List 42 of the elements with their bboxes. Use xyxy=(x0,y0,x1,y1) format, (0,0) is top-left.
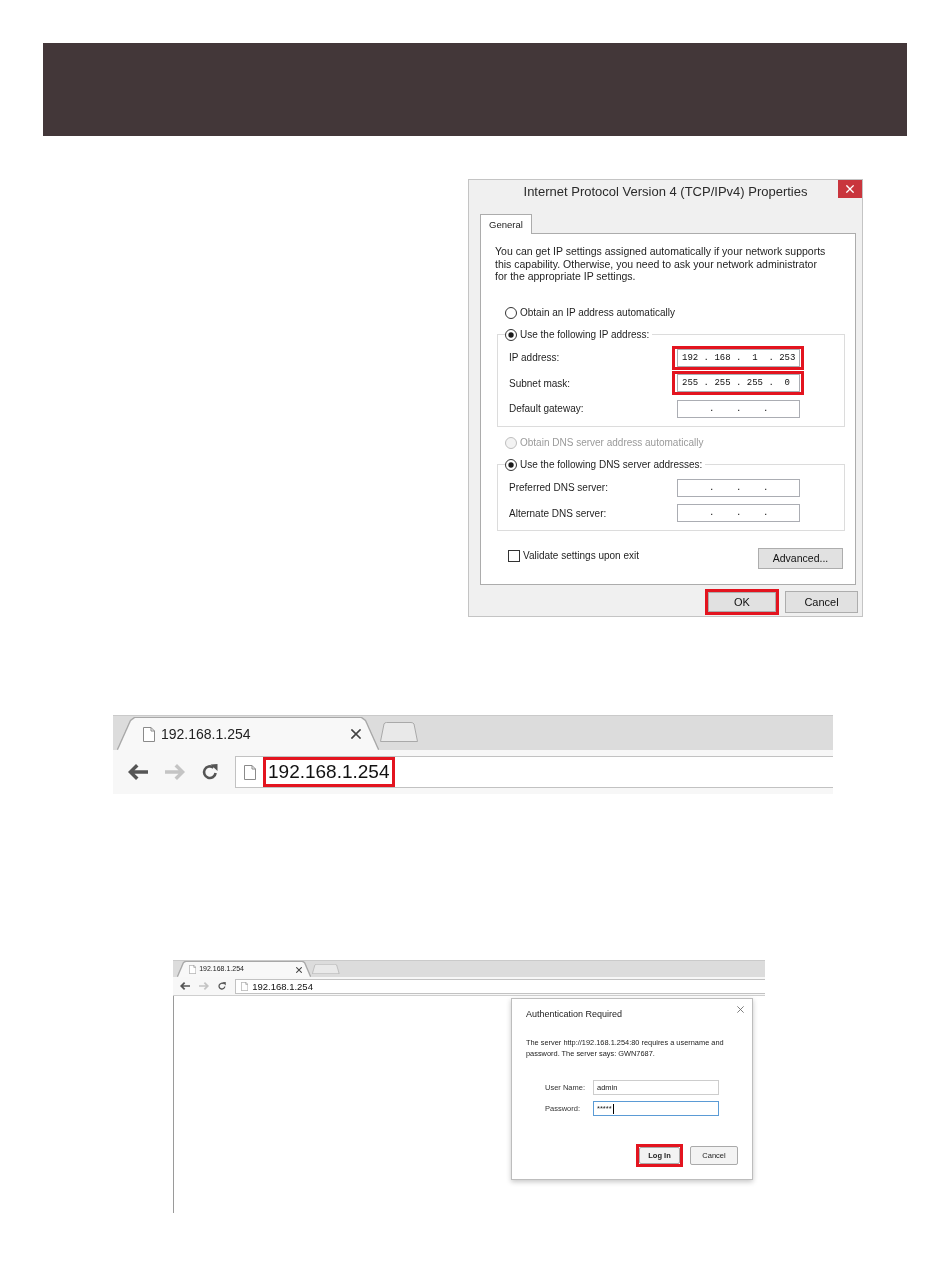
tab-title: 192.168.1.254 xyxy=(161,724,252,744)
field-label: Subnet mask: xyxy=(509,376,571,391)
field-label: Default gateway: xyxy=(509,402,584,416)
ip-input-field[interactable]: 192 . 168 . 1 . 253 xyxy=(677,348,800,367)
back-arrow-icon[interactable] xyxy=(180,982,190,990)
reload-icon[interactable] xyxy=(202,764,218,780)
checkbox[interactable] xyxy=(508,549,520,562)
field-label: Alternate DNS server: xyxy=(509,506,607,521)
dialog-tab[interactable]: General xyxy=(480,214,532,234)
ip-input-field[interactable]: . . . xyxy=(677,504,800,522)
close-icon[interactable] xyxy=(351,729,361,739)
url-text: 192.168.1.254 xyxy=(252,979,313,993)
radio-button[interactable] xyxy=(505,306,517,319)
advanced-button[interactable]: Advanced... xyxy=(758,548,843,569)
reload-icon[interactable] xyxy=(218,982,226,990)
close-button[interactable] xyxy=(838,180,862,198)
close-icon[interactable] xyxy=(737,1006,744,1013)
text-cursor-icon xyxy=(612,1103,614,1114)
checkbox-label[interactable]: Validate settings upon exit xyxy=(523,548,639,563)
url-text: 192.168.1.254 xyxy=(268,760,390,784)
page-icon xyxy=(241,981,249,991)
radio-button[interactable] xyxy=(505,328,517,341)
close-icon[interactable] xyxy=(296,966,302,973)
ip-input-field[interactable]: . . . xyxy=(677,399,800,418)
address-bar[interactable]: 192.168.1.254 xyxy=(235,756,833,788)
browser-tab[interactable]: 192.168.1.254 xyxy=(118,718,378,750)
back-arrow-icon[interactable] xyxy=(128,764,148,780)
ip-input-field[interactable]: 255 . 255 . 255 . 0 xyxy=(677,374,800,392)
address-bar[interactable]: 192.168.1.254 xyxy=(235,978,765,994)
dialog-title: Authentication Required xyxy=(526,1008,623,1020)
description-text: You can get IP settings assigned automatically if your network supports this capability. Otherwise, you need to ask your network administrator for the appropriate IP settings. xyxy=(495,245,827,283)
ip-input-field[interactable]: . . . xyxy=(677,478,800,497)
dialog-title: Internet Protocol Version 4 (TCP/IPv4) Properties xyxy=(522,183,809,201)
option-label[interactable]: Obtain an IP address automatically xyxy=(520,305,675,320)
dialog-button[interactable]: OK xyxy=(708,592,776,612)
field-label: Preferred DNS server: xyxy=(509,481,608,495)
page-icon xyxy=(143,726,155,742)
radio-button[interactable] xyxy=(505,458,517,471)
page-icon xyxy=(189,965,197,974)
dialog-button[interactable]: Cancel xyxy=(785,591,858,613)
page-icon xyxy=(244,764,256,780)
field-label: IP address: xyxy=(509,351,560,365)
